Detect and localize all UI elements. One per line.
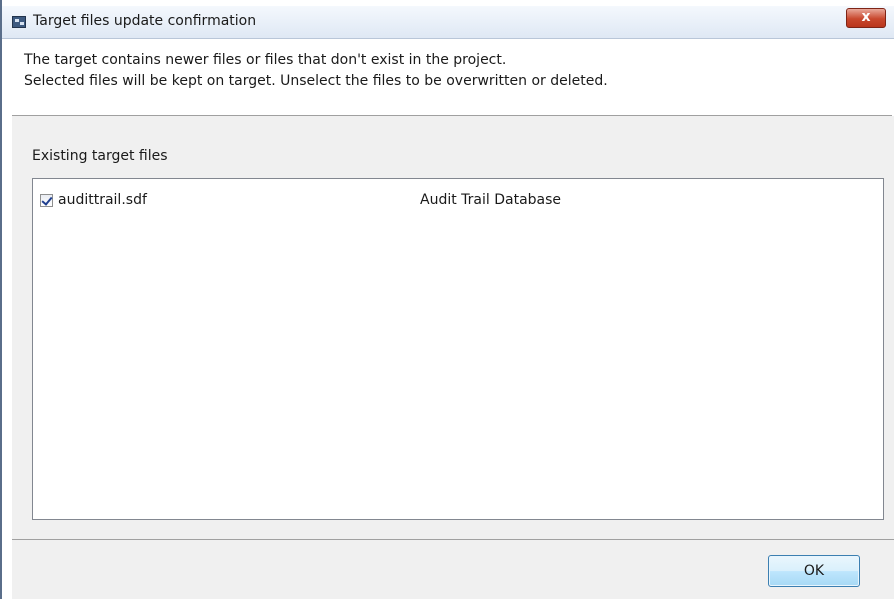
title-bar: Target files update confirmation x — [2, 6, 894, 39]
close-icon: x — [861, 9, 871, 25]
file-row[interactable]: audittrail.sdf Audit Trail Database — [39, 191, 877, 211]
button-bar — [12, 540, 894, 599]
message-line-1: The target contains newer files or files… — [24, 52, 507, 68]
message-line-2: Selected files will be kept on target. U… — [24, 73, 608, 89]
app-window-icon — [12, 16, 26, 28]
message-text: The target contains newer files or files… — [24, 50, 884, 92]
file-name: audittrail.sdf — [58, 192, 147, 208]
checkbox-checked-icon[interactable] — [40, 194, 53, 207]
close-button[interactable]: x — [846, 8, 886, 28]
file-description: Audit Trail Database — [420, 192, 562, 208]
window-title: Target files update confirmation — [33, 13, 257, 29]
confirmation-dialog: Target files update confirmation x The t… — [0, 0, 894, 599]
file-list[interactable]: audittrail.sdf Audit Trail Database — [32, 178, 884, 520]
ok-button[interactable]: OK — [768, 555, 860, 587]
existing-files-label: Existing target files — [32, 148, 168, 164]
